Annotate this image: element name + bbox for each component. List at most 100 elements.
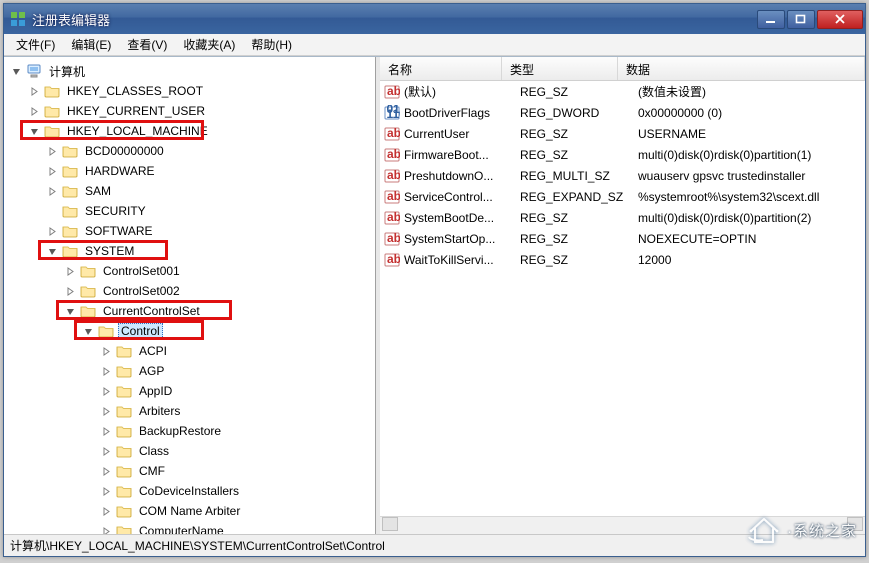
tree-label[interactable]: AGP	[136, 363, 167, 379]
col-header-type[interactable]: 类型	[502, 57, 618, 80]
expand-icon[interactable]	[100, 405, 112, 417]
expand-icon[interactable]	[100, 365, 112, 377]
tree-row[interactable]: HKEY_CURRENT_USER	[4, 101, 375, 121]
list-row[interactable]: CurrentUserREG_SZUSERNAME	[380, 123, 865, 144]
expand-icon[interactable]	[46, 225, 58, 237]
tree-row[interactable]: BackupRestore	[4, 421, 375, 441]
tree-label[interactable]: SECURITY	[82, 203, 149, 219]
tree-label[interactable]: HKEY_CURRENT_USER	[64, 103, 208, 119]
tree-label[interactable]: CMF	[136, 463, 168, 479]
list-row[interactable]: ServiceControl...REG_EXPAND_SZ%systemroo…	[380, 186, 865, 207]
expand-icon[interactable]	[100, 485, 112, 497]
tree-row[interactable]: COM Name Arbiter	[4, 501, 375, 521]
expand-icon[interactable]	[100, 445, 112, 457]
collapse-icon[interactable]	[46, 245, 58, 257]
menu-item-2[interactable]: 查看(V)	[119, 34, 175, 55]
h-scrollbar[interactable]	[380, 516, 865, 534]
titlebar[interactable]: 注册表编辑器	[4, 4, 865, 34]
tree-label[interactable]: HKEY_CLASSES_ROOT	[64, 83, 206, 99]
collapse-icon[interactable]	[64, 305, 76, 317]
collapse-icon[interactable]	[28, 125, 40, 137]
expand-icon[interactable]	[100, 465, 112, 477]
tree-pane[interactable]: 计算机 HKEY_CLASSES_ROOT HKEY_CURRENT_USER HKE…	[4, 57, 376, 534]
tree-row[interactable]: CoDeviceInstallers	[4, 481, 375, 501]
expand-icon[interactable]	[46, 165, 58, 177]
tree-label[interactable]: Control	[118, 323, 163, 339]
folder-icon	[80, 304, 96, 318]
tree-label[interactable]: ControlSet002	[100, 283, 183, 299]
reg-string-icon	[384, 210, 400, 226]
tree-label[interactable]: Arbiters	[136, 403, 183, 419]
tree-label[interactable]: 计算机	[46, 62, 88, 81]
tree-row[interactable]: BCD00000000	[4, 141, 375, 161]
collapse-icon[interactable]	[10, 65, 22, 77]
tree-row[interactable]: ComputerName	[4, 521, 375, 534]
list-row[interactable]: SystemStartOp...REG_SZ NOEXECUTE=OPTIN	[380, 228, 865, 249]
tree-label[interactable]: CoDeviceInstallers	[136, 483, 242, 499]
tree-label[interactable]: CurrentControlSet	[100, 303, 203, 319]
tree-label[interactable]: Class	[136, 443, 172, 459]
tree-label[interactable]: HARDWARE	[82, 163, 158, 179]
tree-row[interactable]: ControlSet002	[4, 281, 375, 301]
expand-icon[interactable]	[100, 525, 112, 534]
tree-row[interactable]: Control	[4, 321, 375, 341]
collapse-icon[interactable]	[82, 325, 94, 337]
menu-item-0[interactable]: 文件(F)	[8, 34, 63, 55]
tree-row[interactable]: CMF	[4, 461, 375, 481]
tree-row[interactable]: AGP	[4, 361, 375, 381]
tree-row[interactable]: SAM	[4, 181, 375, 201]
list-row[interactable]: FirmwareBoot...REG_SZmulti(0)disk(0)rdis…	[380, 144, 865, 165]
tree-row[interactable]: HARDWARE	[4, 161, 375, 181]
close-button[interactable]	[817, 10, 863, 29]
expand-icon[interactable]	[64, 285, 76, 297]
tree-label[interactable]: ACPI	[136, 343, 170, 359]
minimize-button[interactable]	[757, 10, 785, 29]
list-row[interactable]: (默认)REG_SZ(数值未设置)	[380, 81, 865, 102]
tree-label[interactable]: SAM	[82, 183, 114, 199]
expand-icon[interactable]	[100, 505, 112, 517]
tree-label[interactable]: ControlSet001	[100, 263, 183, 279]
tree-row[interactable]: SOFTWARE	[4, 221, 375, 241]
col-header-name[interactable]: 名称	[380, 57, 502, 80]
tree-row[interactable]: HKEY_CLASSES_ROOT	[4, 81, 375, 101]
tree-label[interactable]: BCD00000000	[82, 143, 167, 159]
cell-type: REG_SZ	[520, 232, 638, 246]
list-body[interactable]: (默认)REG_SZ(数值未设置)BootDriverFlagsREG_DWOR…	[380, 81, 865, 516]
menu-item-1[interactable]: 编辑(E)	[63, 34, 119, 55]
expand-icon[interactable]	[100, 425, 112, 437]
tree-row[interactable]: ControlSet001	[4, 261, 375, 281]
tree-label[interactable]: HKEY_LOCAL_MACHINE	[64, 123, 211, 139]
tree-row[interactable]: ACPI	[4, 341, 375, 361]
tree-row[interactable]: AppID	[4, 381, 375, 401]
expand-icon[interactable]	[100, 345, 112, 357]
list-row[interactable]: BootDriverFlagsREG_DWORD0x00000000 (0)	[380, 102, 865, 123]
tree-label[interactable]: AppID	[136, 383, 175, 399]
tree-row[interactable]: Class	[4, 441, 375, 461]
expand-icon[interactable]	[46, 145, 58, 157]
folder-icon	[44, 84, 60, 98]
expand-icon[interactable]	[64, 265, 76, 277]
tree-label[interactable]: COM Name Arbiter	[136, 503, 243, 519]
tree-label[interactable]: ComputerName	[136, 523, 227, 534]
app-icon	[10, 11, 26, 27]
col-header-data[interactable]: 数据	[618, 57, 865, 80]
list-row[interactable]: WaitToKillServi...REG_SZ12000	[380, 249, 865, 270]
list-row[interactable]: PreshutdownO...REG_MULTI_SZwuauserv gpsv…	[380, 165, 865, 186]
menu-item-4[interactable]: 帮助(H)	[243, 34, 300, 55]
tree-label[interactable]: SOFTWARE	[82, 223, 156, 239]
tree-row[interactable]: 计算机	[4, 61, 375, 81]
tree-row[interactable]: SECURITY	[4, 201, 375, 221]
expand-icon[interactable]	[46, 185, 58, 197]
tree-row[interactable]: CurrentControlSet	[4, 301, 375, 321]
tree-row[interactable]: Arbiters	[4, 401, 375, 421]
expand-icon[interactable]	[28, 105, 40, 117]
tree-label[interactable]: SYSTEM	[82, 243, 137, 259]
tree-row[interactable]: HKEY_LOCAL_MACHINE	[4, 121, 375, 141]
maximize-button[interactable]	[787, 10, 815, 29]
menu-item-3[interactable]: 收藏夹(A)	[175, 34, 243, 55]
expand-icon[interactable]	[28, 85, 40, 97]
list-row[interactable]: SystemBootDe...REG_SZmulti(0)disk(0)rdis…	[380, 207, 865, 228]
expand-icon[interactable]	[100, 385, 112, 397]
tree-label[interactable]: BackupRestore	[136, 423, 224, 439]
tree-row[interactable]: SYSTEM	[4, 241, 375, 261]
